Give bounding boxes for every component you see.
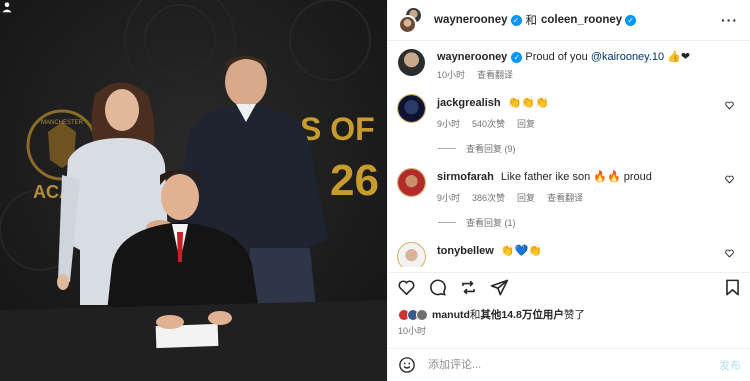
- post-button[interactable]: 发布: [719, 357, 741, 373]
- like-comment-heart-icon[interactable]: [725, 249, 734, 258]
- and-text: 和: [525, 15, 538, 27]
- signing-table: [0, 300, 387, 381]
- reply-button[interactable]: 回复: [517, 191, 535, 204]
- comment-text: 👏👏👏: [507, 97, 549, 109]
- view-replies-label: 查看回复 (9): [466, 144, 516, 154]
- comment: jackgrealish 👏👏👏 9小时 540次赞 回复: [397, 94, 740, 130]
- comment-likes[interactable]: 540次赞: [472, 117, 505, 130]
- author-username[interactable]: waynerooney: [434, 14, 508, 26]
- likes-others[interactable]: 其他14.8万位用户: [480, 309, 563, 321]
- caption-emojis: 👍❤: [667, 51, 691, 63]
- post-detail-panel: waynerooney ✓ 和 coleen_rooney ✓ ··· wayn…: [387, 0, 750, 381]
- comment-composer: 发布: [388, 348, 750, 381]
- likes-text: manutd和其他14.8万位用户赞了: [432, 307, 585, 322]
- comment-time: 9小时: [437, 119, 461, 129]
- caption: waynerooney ✓ Proud of you @kairooney.10 …: [398, 49, 740, 81]
- likes-summary[interactable]: manutd和其他14.8万位用户赞了: [398, 307, 585, 322]
- repost-icon[interactable]: [459, 278, 478, 297]
- like-heart-icon[interactable]: [397, 278, 416, 297]
- crest-text-top: MANCHESTER: [41, 120, 84, 126]
- comment-input[interactable]: [428, 359, 719, 371]
- action-bar: [388, 272, 750, 302]
- like-comment-heart-icon[interactable]: [725, 175, 734, 184]
- view-replies[interactable]: 查看回复 (1): [438, 216, 740, 229]
- comment-bubble-icon[interactable]: [428, 278, 447, 297]
- share-paper-plane-icon[interactable]: [490, 278, 509, 297]
- comment: sirmofarah Like father ike son 🔥🔥 proud …: [397, 168, 740, 204]
- save-bookmark-icon[interactable]: [723, 278, 742, 297]
- photo-illustration: MANCHESTER ACA U S OF 26: [0, 0, 387, 381]
- more-options-icon[interactable]: ···: [721, 12, 738, 28]
- verified-badge-icon: ✓: [625, 14, 637, 26]
- comment-time: 9小时: [437, 193, 461, 203]
- comment-likes[interactable]: 386次赞: [472, 191, 505, 204]
- caption-time: 10小时: [437, 70, 466, 80]
- view-replies[interactable]: 查看回复 (9): [438, 142, 740, 155]
- liker-username[interactable]: manutd: [432, 309, 470, 321]
- verified-badge-icon: ✓: [510, 14, 522, 26]
- comment: tonybellew 👏💙👏: [397, 242, 740, 267]
- tagged-user-icon[interactable]: [0, 0, 14, 14]
- emoji-icon[interactable]: [398, 356, 416, 374]
- collab-avatars[interactable]: [398, 6, 426, 34]
- post-photo[interactable]: MANCHESTER ACA U S OF 26: [0, 0, 387, 381]
- translate-link[interactable]: 查看翻译: [547, 191, 583, 204]
- avatar[interactable]: [397, 94, 426, 123]
- like-comment-heart-icon[interactable]: [725, 101, 734, 110]
- reply-button[interactable]: 回复: [517, 117, 535, 130]
- replies-divider: [438, 222, 456, 223]
- avatar[interactable]: [397, 168, 426, 197]
- replies-divider: [438, 148, 456, 149]
- avatar[interactable]: [398, 49, 425, 76]
- comment-text: 👏💙👏: [500, 245, 542, 257]
- backdrop-text-a: S OF: [300, 111, 375, 147]
- collab-names: waynerooney ✓ 和 coleen_rooney ✓: [434, 12, 637, 28]
- likes-text-end: 赞了: [563, 309, 585, 321]
- comment-username[interactable]: sirmofarah: [437, 171, 494, 183]
- verified-badge-icon: ✓: [511, 52, 523, 63]
- collaborator-username[interactable]: coleen_rooney: [541, 14, 622, 26]
- post-time: 10小时: [398, 326, 427, 336]
- comment-username[interactable]: jackgrealish: [437, 97, 501, 109]
- avatar: [398, 15, 417, 34]
- translate-link[interactable]: 查看翻译: [477, 68, 513, 81]
- view-replies-label: 查看回复 (1): [466, 218, 516, 228]
- likes-text-mid: 和: [469, 309, 481, 321]
- caption-username[interactable]: waynerooney: [437, 51, 507, 63]
- post-header: waynerooney ✓ 和 coleen_rooney ✓ ···: [388, 0, 750, 41]
- comments-list: waynerooney ✓ Proud of you @kairooney.10 …: [388, 41, 750, 267]
- avatar[interactable]: [397, 242, 426, 267]
- avatar: [416, 308, 428, 321]
- backdrop-text-b: 26: [330, 156, 379, 205]
- caption-text: Proud of you: [525, 51, 591, 63]
- comment-text: Like father ike son 🔥🔥 proud: [500, 171, 652, 183]
- mention-link[interactable]: @kairooney.10: [591, 51, 664, 63]
- comment-username[interactable]: tonybellew: [437, 245, 494, 257]
